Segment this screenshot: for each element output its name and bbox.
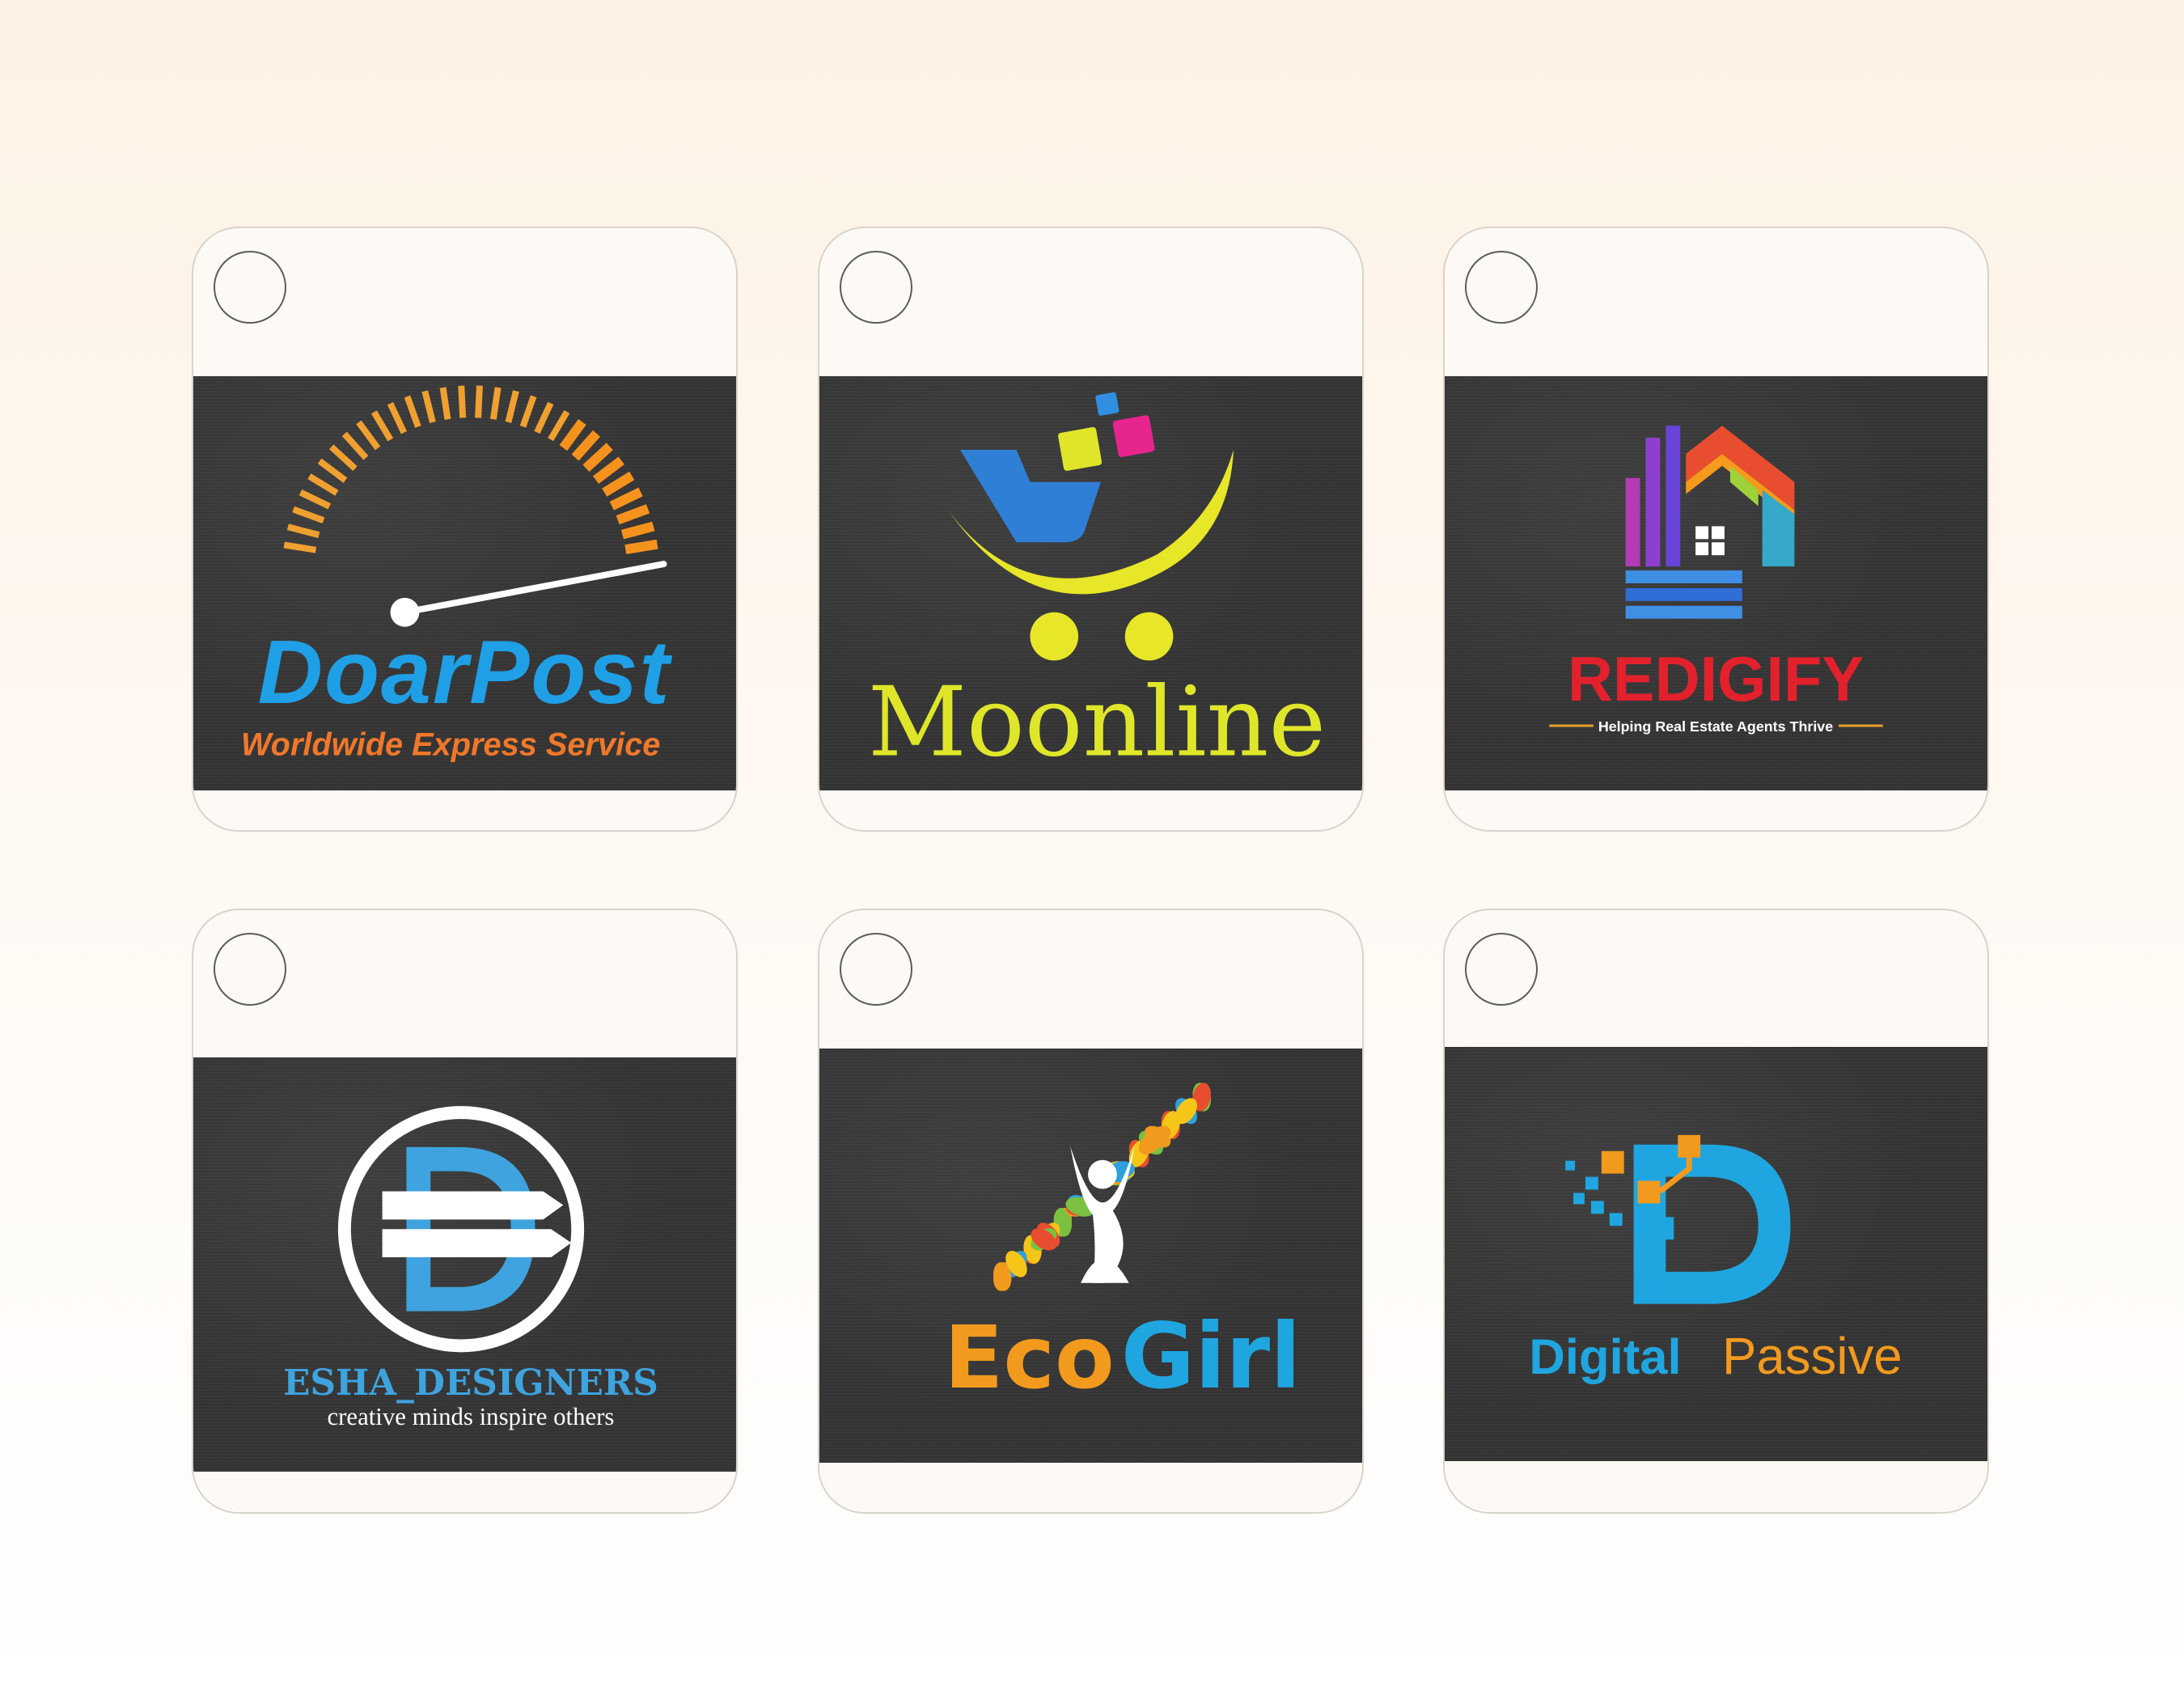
speedometer-tick — [317, 458, 348, 483]
logo-title-accent: Girl — [1121, 1305, 1302, 1409]
speedometer-tick — [421, 390, 436, 423]
logo-title: ESHA_DESIGNERS — [283, 1362, 658, 1404]
speedometer-tick — [439, 387, 451, 420]
tree-person-icon: Eco Girl — [944, 1083, 1302, 1409]
speedometer-tick — [292, 506, 325, 523]
speedometer-tick — [505, 390, 519, 423]
speedometer-tick — [559, 418, 586, 451]
logo-title-accent: Passive — [1722, 1328, 1903, 1385]
logo-title: Eco — [944, 1307, 1115, 1409]
logo-card-redigify[interactable]: REDIGIFY Helping Real Estate Agents Thri… — [1443, 227, 1989, 832]
house-icon: REDIGIFY Helping Real Estate Agents Thri… — [1549, 426, 1883, 735]
speedometer-tick — [489, 387, 502, 420]
speedometer-tick — [534, 401, 554, 434]
logo-card-moonline[interactable]: Moonline — [818, 227, 1364, 832]
logo-thumbnail-eco-girl[interactable]: Eco Girl — [819, 1049, 1362, 1463]
speedometer-tick — [341, 431, 369, 460]
speedometer-tick — [370, 410, 394, 442]
speedometer-tick — [620, 521, 655, 540]
select-checkbox[interactable] — [1465, 251, 1538, 324]
logo-thumbnail-esha-designers[interactable]: ESHA_DESIGNERS creative minds inspire ot… — [193, 1057, 736, 1472]
logo-card-esha-designers[interactable]: ESHA_DESIGNERS creative minds inspire ot… — [192, 909, 738, 1514]
letter-d-pixel-icon: Digital Passive — [1529, 1134, 1903, 1385]
speedometer-tick — [475, 385, 483, 418]
logo-title: REDIGIFY — [1568, 645, 1864, 714]
speedometer-tick — [387, 401, 408, 434]
speedometer-tick — [519, 395, 537, 428]
select-checkbox[interactable] — [1465, 933, 1538, 1006]
speedometer-tick — [458, 385, 467, 418]
letter-d-emblem-icon: ESHA_DESIGNERS creative minds inspire ot… — [283, 1106, 658, 1430]
speedometer-tick — [624, 539, 658, 555]
logo-tagline: Worldwide Express Service — [241, 727, 660, 763]
logo-tagline: Helping Real Estate Agents Thrive — [1598, 718, 1833, 735]
logo-card-digital-passive[interactable]: Digital Passive — [1443, 909, 1989, 1514]
speedometer-tick — [609, 487, 643, 511]
logo-title: Digital — [1529, 1329, 1681, 1385]
speedometer-tick — [307, 473, 339, 496]
logo-thumbnail-redigify[interactable]: REDIGIFY Helping Real Estate Agents Thri… — [1445, 376, 1987, 790]
logo-title: Moonline — [868, 667, 1326, 779]
select-checkbox[interactable] — [214, 933, 286, 1006]
speedometer-tick — [298, 489, 332, 510]
logo-thumbnail-doarpost[interactable]: DoarPost Worldwide Express Service — [193, 376, 736, 790]
speedometer-tick — [571, 430, 600, 461]
speedometer-tick — [602, 471, 635, 497]
logo-title: DoarPost — [258, 621, 673, 722]
logo-tagline: creative minds inspire others — [327, 1403, 614, 1430]
speedometer-tick — [356, 420, 381, 451]
speedometer-tick — [593, 456, 624, 484]
select-checkbox[interactable] — [840, 251, 912, 324]
speedometer-tick — [548, 409, 570, 442]
logo-thumbnail-moonline[interactable]: Moonline — [819, 376, 1362, 790]
speedometer-tick — [283, 541, 317, 553]
speedometer-tick — [404, 395, 421, 428]
logo-card-eco-girl[interactable]: Eco Girl — [818, 909, 1364, 1514]
select-checkbox[interactable] — [840, 933, 912, 1006]
shopping-cart-icon: Moonline — [868, 392, 1326, 779]
speedometer-icon: DoarPost Worldwide Express Service — [241, 385, 673, 763]
speedometer-tick — [286, 523, 320, 539]
speedometer-tick — [582, 443, 613, 472]
select-checkbox[interactable] — [214, 251, 286, 324]
speedometer-tick — [328, 444, 358, 472]
logo-card-doarpost[interactable]: DoarPost Worldwide Express Service — [192, 227, 738, 832]
speedometer-tick — [616, 504, 650, 525]
logo-thumbnail-digital-passive[interactable]: Digital Passive — [1445, 1047, 1987, 1461]
